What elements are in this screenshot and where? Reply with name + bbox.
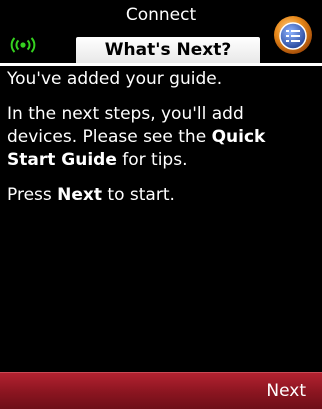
press-next-part1: Press bbox=[7, 185, 58, 205]
message-body: You've added your guide. In the next ste… bbox=[7, 68, 317, 219]
next-steps-part1: In the next steps, you'll add devices. P… bbox=[7, 104, 244, 147]
wireless-signal-icon bbox=[10, 37, 36, 53]
next-bold-label: Next bbox=[57, 185, 103, 205]
press-next-text: Press Next to start. bbox=[7, 184, 317, 207]
line-added-guide: You've added your guide. bbox=[7, 69, 223, 89]
tab-whats-next[interactable]: What's Next? bbox=[76, 37, 260, 63]
next-steps-text: In the next steps, you'll add devices. P… bbox=[7, 103, 317, 172]
press-next-part2: to start. bbox=[102, 185, 175, 205]
added-guide-text: You've added your guide. bbox=[7, 68, 317, 91]
softkey-bar: Next bbox=[0, 372, 322, 409]
header-bar: Connect What's Next? bbox=[0, 0, 322, 66]
next-steps-part2: for tips. bbox=[116, 150, 188, 170]
menu-list-icon[interactable] bbox=[272, 14, 314, 56]
header-divider bbox=[0, 63, 322, 66]
next-softkey-button[interactable]: Next bbox=[266, 373, 306, 409]
